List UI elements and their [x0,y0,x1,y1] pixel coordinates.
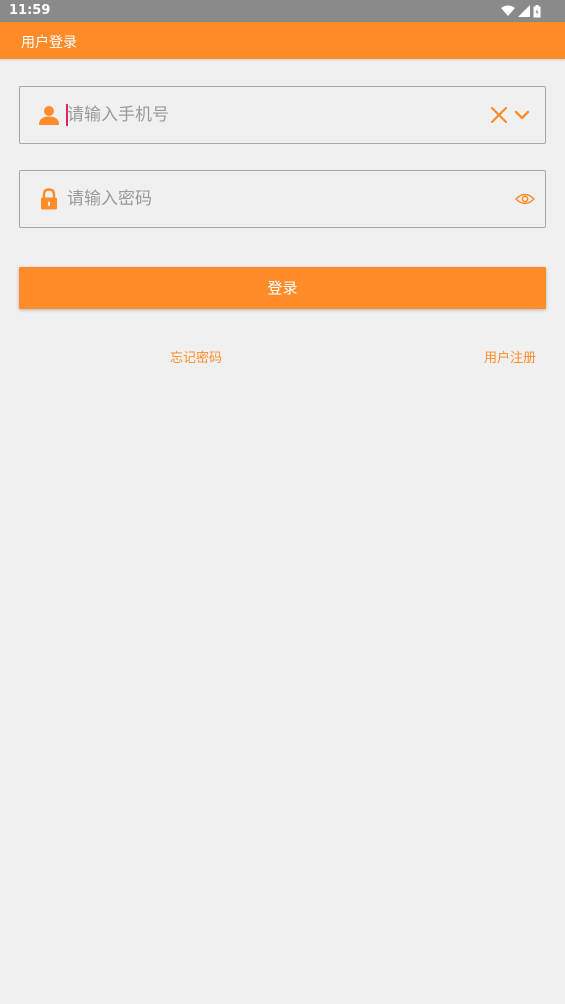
app-bar: 用户登录 [0,22,565,59]
eye-icon[interactable] [515,192,535,206]
lock-icon [41,188,57,210]
battery-icon [533,4,541,17]
status-icons [501,4,541,18]
phone-input[interactable]: 请输入手机号 [67,105,169,125]
page-title: 用户登录 [21,35,77,51]
wifi-icon [501,5,515,16]
phone-field[interactable]: 请输入手机号 [19,86,546,144]
login-button[interactable]: 登录 [19,267,546,309]
user-icon [39,106,59,125]
register-link[interactable]: 用户注册 [484,347,536,366]
password-input[interactable]: 请输入密码 [67,189,152,209]
chevron-down-icon[interactable] [514,108,530,122]
password-field[interactable]: 请输入密码 [19,170,546,228]
clear-icon[interactable] [490,106,508,124]
status-bar: 11:59 [0,0,565,22]
forgot-password-link[interactable]: 忘记密码 [170,347,222,366]
status-time: 11:59 [9,3,51,18]
signal-icon [518,5,530,17]
